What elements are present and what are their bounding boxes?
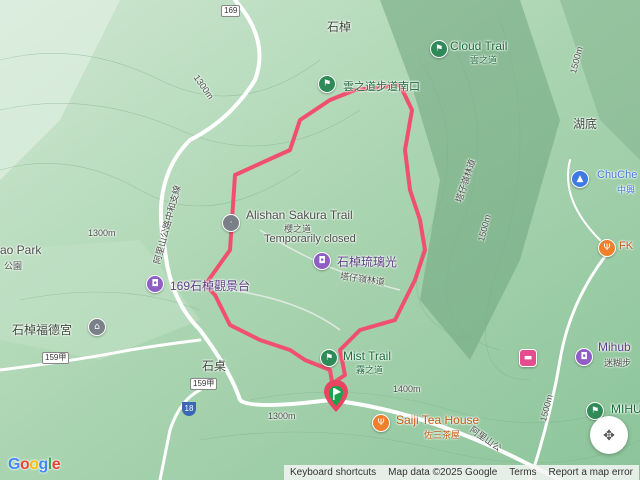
label-chuche-zh: 中興 xyxy=(617,185,636,195)
label-ao-park[interactable]: ao Park xyxy=(0,243,41,257)
elev-1300a: 1300m xyxy=(88,228,116,238)
label-mihub-zh: 迷糊步 xyxy=(604,358,632,368)
mihub-pin-icon[interactable]: ◘ xyxy=(575,348,593,366)
label-platform[interactable]: 169石棹觀景台 xyxy=(170,277,250,294)
label-chuche[interactable]: ChuChe xyxy=(597,169,637,181)
label-saiji[interactable]: Saiji Tea House xyxy=(396,413,479,427)
google-logo: Google xyxy=(8,456,61,473)
terms-link[interactable]: Terms xyxy=(503,467,542,478)
elev-1400: 1400m xyxy=(393,384,421,394)
label-park-zh: 公園 xyxy=(4,261,23,271)
viewpoint-pin-icon[interactable]: ◘ xyxy=(146,275,164,293)
place-pin-icon[interactable]: ▲ xyxy=(571,170,589,188)
label-mihu[interactable]: MIHU xyxy=(611,402,640,416)
route-18-shield: 18 xyxy=(182,402,196,416)
route-159a-shield: 159甲 xyxy=(42,352,70,364)
label-temporarily-closed: Temporarily closed xyxy=(264,233,356,245)
report-error-link[interactable]: Report a map error xyxy=(543,467,639,478)
teahouse-pin-icon[interactable]: Ψ xyxy=(372,414,390,432)
label-cloud-trail[interactable]: Cloud Trail xyxy=(450,39,507,53)
attribution-bar: Keyboard shortcuts Map data ©2025 Google… xyxy=(284,465,640,480)
label-sakura-trail[interactable]: Alishan Sakura Trail xyxy=(246,208,353,222)
label-glass-house[interactable]: 石棹琉璃光 xyxy=(337,253,397,270)
map-data-text: Map data ©2025 Google xyxy=(388,467,498,478)
label-shizhuo: 石桌 xyxy=(202,359,227,373)
route-159b-shield: 159甲 xyxy=(190,378,218,390)
label-mist-trail[interactable]: Mist Trail xyxy=(343,349,391,363)
temple-pin-icon[interactable]: ⌂ xyxy=(88,318,106,336)
trail-pin-icon-mist[interactable]: ⚑ xyxy=(320,349,338,367)
photo-spot-pin-icon[interactable]: ◘ xyxy=(313,252,331,270)
restaurant-pin-icon[interactable]: Ψ xyxy=(598,239,616,257)
map-view[interactable]: 石棹 ⚑ Cloud Trail 雲之道 ⚑ 雲之道步道南口 湖底 ▲ ChuC… xyxy=(0,0,640,480)
label-cloud-trail-entrance[interactable]: 雲之道步道南口 xyxy=(343,78,420,94)
label-cloud-trail-zh: 雲之道 xyxy=(470,55,498,65)
elev-1300c: 1300m xyxy=(268,411,296,421)
keyboard-shortcuts-link[interactable]: Keyboard shortcuts xyxy=(284,467,382,478)
closed-place-pin-icon[interactable]: · xyxy=(222,214,240,232)
compass-button[interactable]: ✥ xyxy=(590,416,628,454)
trail-entrance-pin-icon[interactable]: ⚑ xyxy=(318,75,336,93)
label-mihub[interactable]: Mihub xyxy=(598,340,631,354)
trail-pin-icon[interactable]: ⚑ xyxy=(430,40,448,58)
hotel-pin-icon[interactable]: ▬ xyxy=(519,349,537,367)
label-shizhuo-top: 石棹 xyxy=(327,20,352,34)
label-fk[interactable]: FK xyxy=(619,240,633,252)
label-saiji-zh: 佐三茶屋 xyxy=(424,430,461,440)
label-mist-trail-zh: 霧之道 xyxy=(356,365,384,375)
label-hudi: 湖底 xyxy=(573,117,598,131)
label-temple[interactable]: 石棹福德宮 xyxy=(12,321,72,338)
route-169-shield: 169 xyxy=(221,5,241,17)
start-marker-icon[interactable] xyxy=(324,380,348,412)
